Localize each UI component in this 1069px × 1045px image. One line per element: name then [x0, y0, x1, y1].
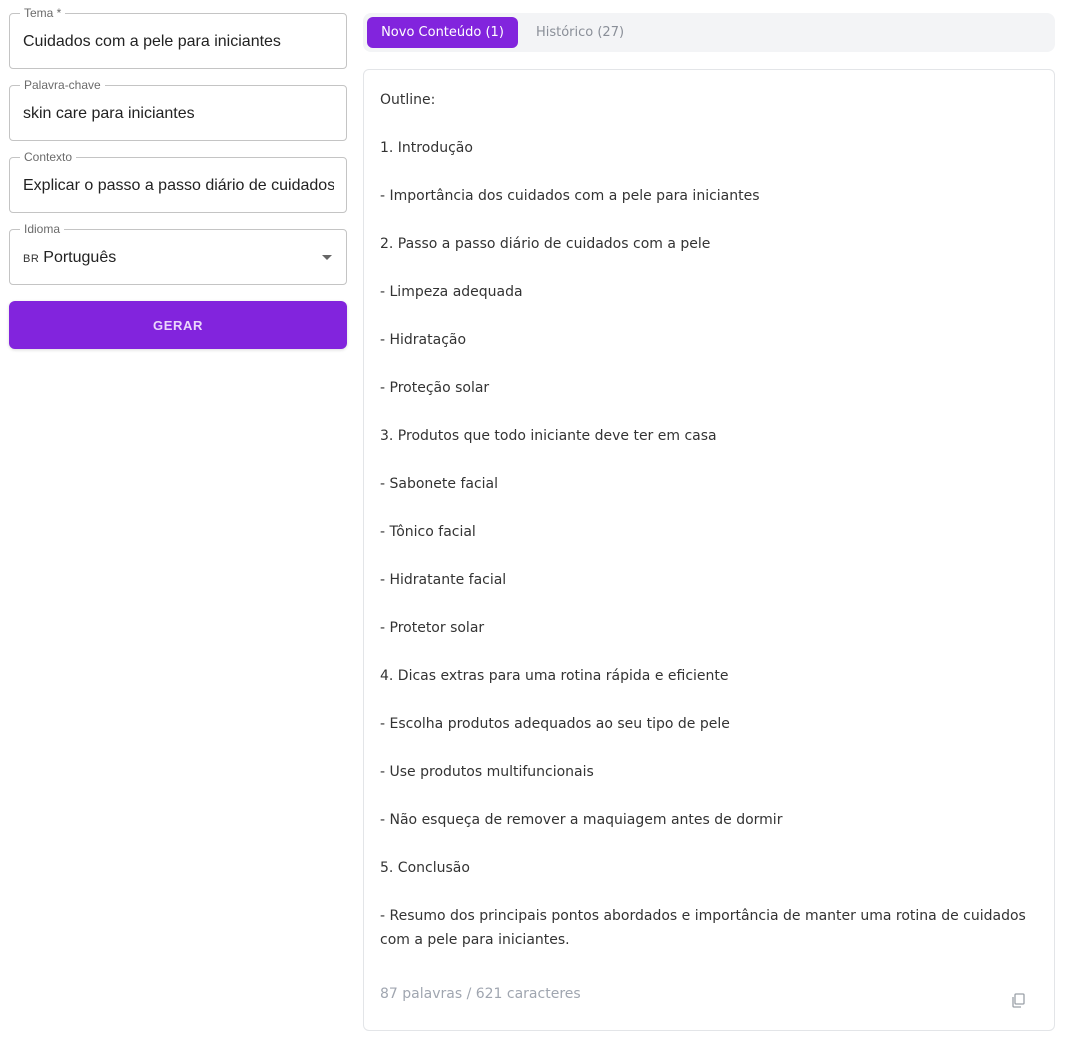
content-line: 5. Conclusão: [380, 860, 470, 876]
tab-new-content[interactable]: Novo Conteúdo (1): [367, 17, 518, 48]
language-select[interactable]: Idioma BR Português: [9, 223, 347, 285]
content-line: - Limpeza adequada: [380, 284, 523, 300]
copy-icon[interactable]: [1011, 993, 1025, 1008]
content-line: 2. Passo a passo diário de cuidados com …: [380, 236, 711, 252]
tema-label: Tema *: [20, 7, 66, 20]
app-root: Tema * Cuidados com a pele para iniciant…: [0, 0, 1069, 1045]
content-tabs: Novo Conteúdo (1) Histórico (27): [363, 13, 1055, 52]
keyword-input[interactable]: skin care para iniciantes: [23, 104, 334, 124]
content-line: Outline:: [380, 92, 436, 108]
content-line: - Resumo dos principais pontos abordados…: [380, 908, 1026, 948]
content-line: - Não esqueça de remover a maquiagem ant…: [380, 812, 783, 828]
content-line: - Use produtos multifuncionais: [380, 764, 594, 780]
generate-button[interactable]: GERAR: [9, 301, 347, 349]
content-line: - Proteção solar: [380, 380, 490, 396]
context-field[interactable]: Contexto Explicar o passo a passo diário…: [9, 151, 347, 213]
keyword-label: Palavra-chave: [20, 79, 105, 92]
language-value[interactable]: BR Português: [23, 248, 334, 269]
language-label: Idioma: [20, 223, 65, 236]
keyword-field[interactable]: Palavra-chave skin care para iniciantes: [9, 79, 347, 141]
word-count-stats: 87 palavras / 621 caracteres: [380, 986, 581, 1002]
content-line: - Tônico facial: [380, 524, 476, 540]
content-line: 1. Introdução: [380, 140, 473, 156]
tab-history[interactable]: Histórico (27): [520, 17, 640, 48]
language-name: Português: [43, 249, 117, 266]
tema-input[interactable]: Cuidados com a pele para iniciantes: [23, 32, 334, 52]
content-line: - Escolha produtos adequados ao seu tipo…: [380, 716, 730, 732]
generated-content-text: Outline: 1. Introdução - Importância dos c…: [380, 88, 1040, 952]
content-line: - Hidratante facial: [380, 572, 507, 588]
content-line: 4. Dicas extras para uma rotina rápida e…: [380, 668, 729, 684]
generated-content-card: Outline: 1. Introdução - Importância dos c…: [363, 69, 1055, 1031]
content-line: - Importância dos cuidados com a pele pa…: [380, 188, 760, 204]
content-line: - Hidratação: [380, 332, 467, 348]
language-flag-code: BR: [23, 253, 40, 265]
content-line: 3. Produtos que todo iniciante deve ter …: [380, 428, 717, 444]
tema-field[interactable]: Tema * Cuidados com a pele para iniciant…: [9, 7, 347, 69]
context-input[interactable]: Explicar o passo a passo diário de cuida…: [23, 176, 334, 196]
content-line: - Protetor solar: [380, 620, 485, 636]
content-line: - Sabonete facial: [380, 476, 499, 492]
context-label: Contexto: [20, 151, 77, 164]
chevron-down-icon[interactable]: [322, 255, 332, 260]
